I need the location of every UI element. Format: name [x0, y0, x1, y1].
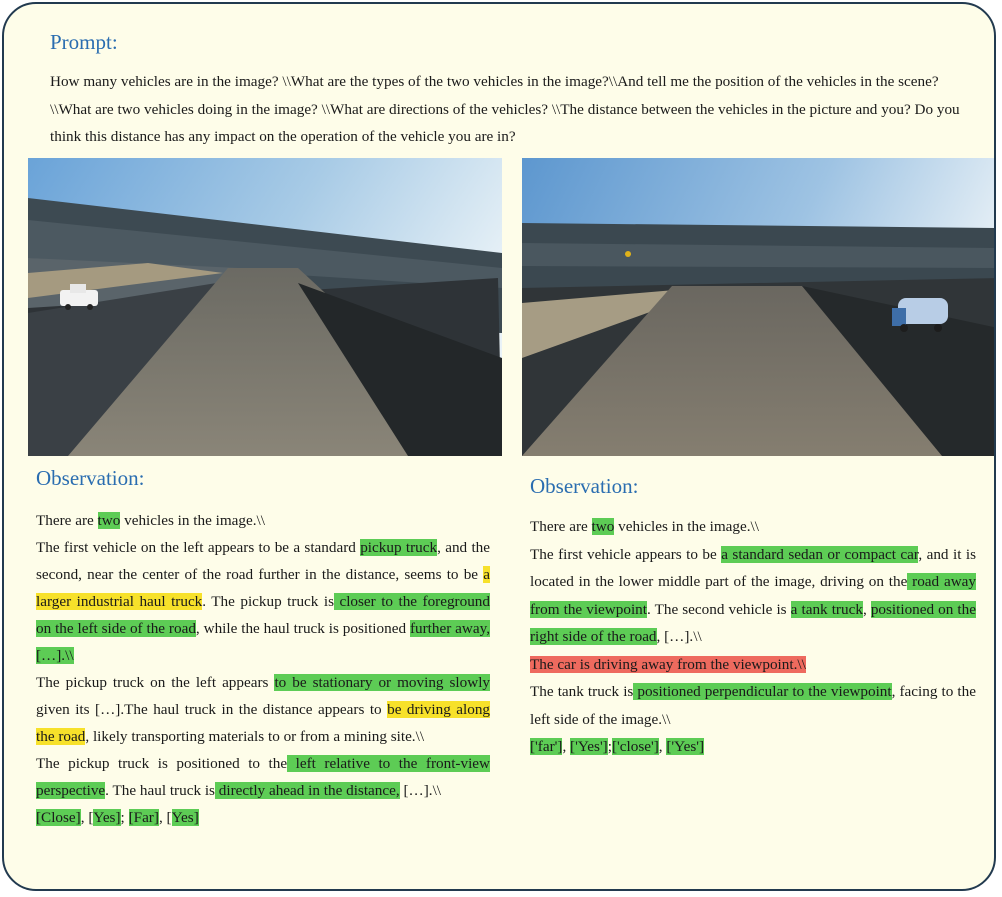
right-direction-paragraph: The tank truck is positioned perpendicul… [530, 683, 976, 728]
prompt-heading: Prompt: [50, 30, 118, 54]
right-action-sentence: The car is driving away from the viewpoi… [530, 655, 806, 673]
left-observation-heading: Observation: [36, 466, 145, 490]
left-answers: [Close], [Yes]; [Far], [Yes] [36, 809, 199, 826]
right-scene-image [522, 158, 994, 456]
left-observation-text: There are two vehicles in the image.\\ T… [36, 507, 491, 831]
right-answers: ['far'], ['Yes'];['close'], ['Yes'] [530, 738, 705, 755]
left-scene-image [28, 158, 502, 456]
left-actions-paragraph: The pickup truck on the left appears to … [36, 674, 491, 745]
prompt-text: How many vehicles are in the image? \\Wh… [50, 73, 960, 145]
figure-card: Prompt: How many vehicles are in the ima… [2, 2, 996, 891]
right-types-paragraph: The first vehicle appears to be a standa… [530, 545, 977, 645]
right-count-sentence: There are two vehicles in the image.\\ [530, 518, 759, 535]
left-types-paragraph: The first vehicle on the left appears to… [36, 539, 491, 664]
left-direction-paragraph: The pickup truck is positioned to the le… [36, 755, 490, 799]
right-observation-text: There are two vehicles in the image.\\ T… [530, 513, 976, 761]
right-observation-heading: Observation: [530, 474, 639, 498]
left-count-sentence: There are two vehicles in the image.\\ [36, 512, 265, 529]
